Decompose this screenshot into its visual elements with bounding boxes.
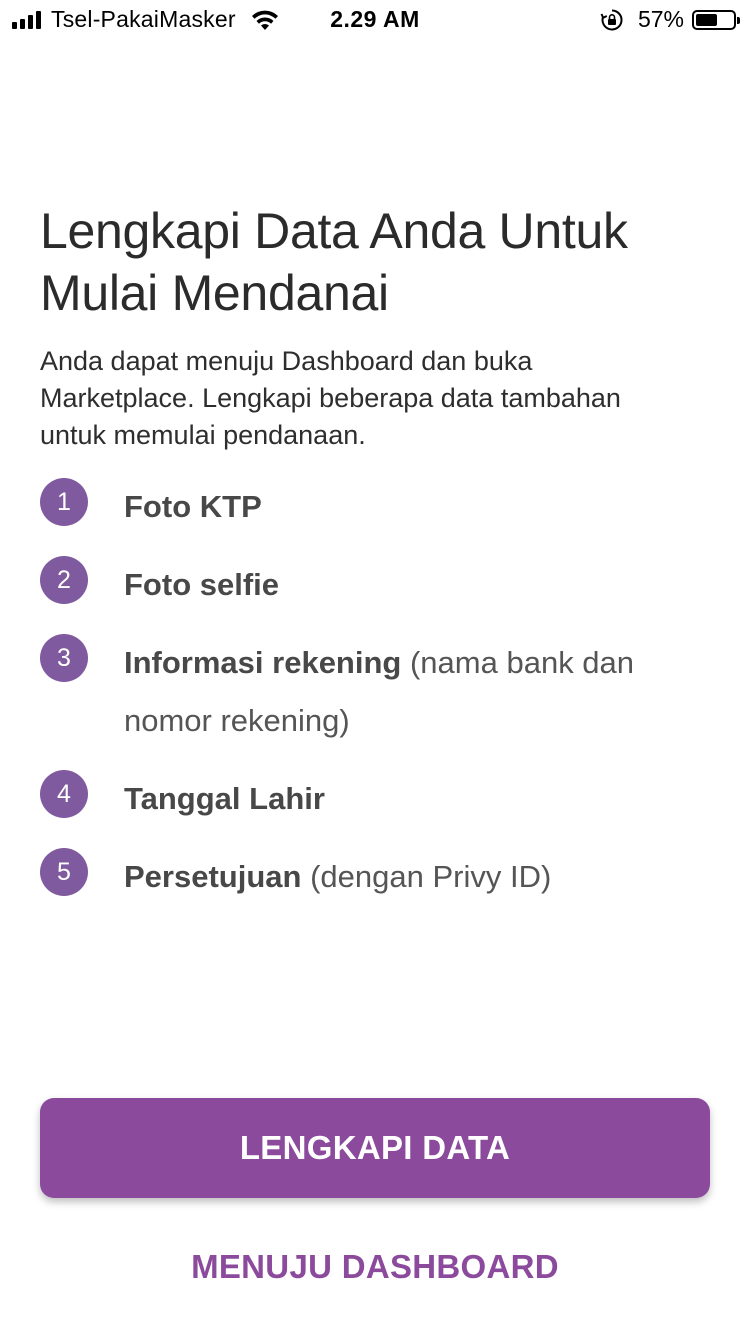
list-item: 4 Tanggal Lahir	[40, 770, 720, 828]
battery-icon	[692, 9, 740, 30]
status-right: 57%	[600, 6, 740, 33]
step-title: Foto selfie	[124, 567, 280, 602]
step-title: Foto KTP	[124, 489, 262, 524]
requirements-list: 1 Foto KTP 2 Foto selfie 3 Informasi rek…	[40, 478, 720, 926]
step-title: Tanggal Lahir	[124, 781, 325, 816]
page-description: Anda dapat menuju Dashboard dan buka Mar…	[40, 346, 621, 450]
list-item: 1 Foto KTP	[40, 478, 720, 536]
step-number-badge: 2	[40, 556, 88, 604]
step-title: Persetujuan	[124, 859, 302, 894]
complete-data-button[interactable]: LENGKAPI DATA	[40, 1098, 710, 1198]
battery-percent: 57%	[637, 6, 684, 32]
step-number-badge: 5	[40, 848, 88, 896]
go-to-dashboard-link[interactable]: MENUJU DASHBOARD	[40, 1240, 710, 1294]
battery-fill	[696, 13, 717, 26]
list-item: 3 Informasi rekening (nama bank dan nomo…	[40, 634, 720, 750]
step-number-badge: 4	[40, 770, 88, 818]
page-title: Lengkapi Data Anda Untuk Mulai Mendanai	[40, 203, 628, 321]
step-number-badge: 1	[40, 478, 88, 526]
step-title: Informasi rekening	[124, 645, 402, 680]
list-item: 5 Persetujuan (dengan Privy ID)	[40, 848, 720, 906]
rotation-lock-icon	[600, 8, 623, 30]
list-item: 2 Foto selfie	[40, 556, 720, 614]
step-number-badge: 3	[40, 634, 88, 682]
step-note: (dengan Privy ID)	[310, 859, 552, 894]
status-bar: Tsel-PakaiMasker 2.29 AM 57%	[0, 0, 750, 40]
